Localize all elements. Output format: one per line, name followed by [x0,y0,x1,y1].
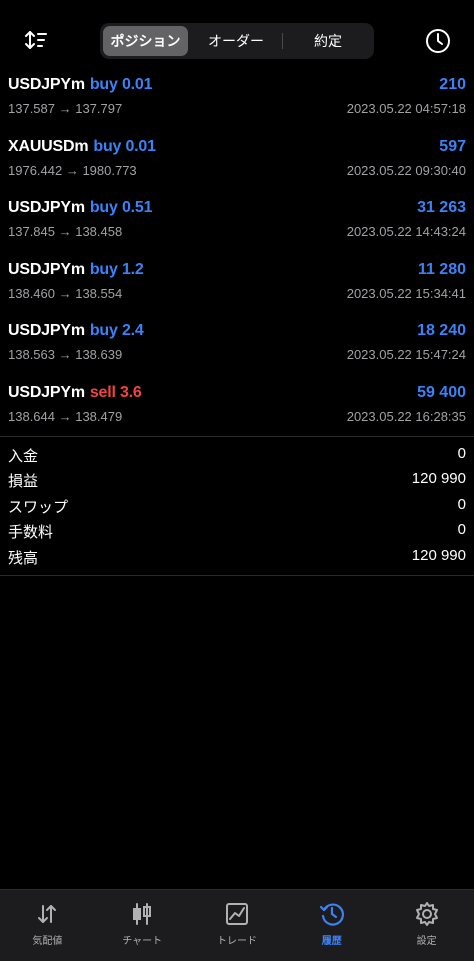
divider [0,436,474,437]
nav-chart[interactable]: チャート [95,890,190,961]
summary-label: 損益 [8,472,39,491]
deal-direction-volume: sell 3.6 [89,383,142,401]
top-bar: ポジション オーダー 約定 [0,0,474,80]
deal-row[interactable]: USDJPYm buy 0.51 31 263 137.845 → 138.458… [0,192,474,254]
nav-label: トレード [216,936,257,947]
history-icon [319,903,344,926]
summary-label: 残高 [8,548,39,567]
nav-quotes[interactable]: 気配値 [0,890,95,961]
deal-profit: 597 [439,137,466,155]
tab-deals[interactable]: 約定 [284,26,372,56]
summary-value: 120 990 [411,546,466,564]
gear-icon [415,902,438,926]
deal-row[interactable]: USDJPYm buy 2.4 18 240 138.563 → 138.639 … [0,315,474,377]
summary-row-balance: 残高 120 990 [0,545,474,570]
deal-prices: 138.460 → 138.554 [8,285,123,301]
summary-value: 0 [457,521,466,539]
deal-time: 2023.05.22 14:43:24 [346,224,466,239]
deal-symbol: USDJPYm buy 1.2 [8,260,144,278]
deal-prices: 1976.442 → 1980.773 [8,162,137,178]
sort-button[interactable] [22,28,50,52]
deal-symbol: USDJPYm buy 2.4 [8,322,144,339]
deal-row[interactable]: USDJPYm buy 1.2 11 280 138.460 → 138.554 … [0,254,474,316]
tab-orders[interactable]: オーダー [192,26,280,56]
deal-prices: 137.587 → 137.797 [8,101,123,116]
quotes-arrows-icon [38,905,57,923]
deal-direction-volume: buy 1.2 [89,260,144,278]
history-button[interactable] [424,27,452,55]
summary-label: 手数料 [8,523,54,542]
nav-settings[interactable]: 設定 [379,890,474,961]
deal-profit: 210 [439,76,466,93]
nav-label: チャート [122,936,163,947]
segment-divider [282,33,283,49]
deal-row[interactable]: USDJPYm buy 0.01 210 137.587 → 137.797 20… [0,69,474,131]
deal-direction-volume: buy 0.01 [93,137,156,155]
summary-value: 120 990 [411,470,466,488]
trade-chart-icon [225,903,248,925]
sort-arrows-icon [25,31,47,49]
deal-direction-volume: buy 2.4 [89,322,144,339]
deal-symbol: USDJPYm buy 0.51 [8,199,153,216]
deal-profit: 59 400 [417,383,466,401]
deal-row[interactable]: USDJPYm sell 3.6 59 400 138.644 → 138.479… [0,377,474,439]
segmented-control: ポジション オーダー 約定 [100,23,374,59]
deal-symbol: USDJPYm sell 3.6 [8,383,142,401]
deal-prices: 138.563 → 138.639 [8,347,123,362]
summary-label: 入金 [8,447,39,465]
deal-profit: 11 280 [417,260,466,278]
deal-profit: 18 240 [417,322,466,339]
deal-time: 2023.05.22 09:30:40 [346,162,466,178]
bottom-nav: 気配値 チャート トレード 履歴 設定 [0,889,474,961]
nav-label: 履歴 [321,936,342,947]
deal-symbol: XAUUSDm buy 0.01 [8,137,156,155]
summary-row-swap: スワップ 0 [0,494,474,519]
deal-direction-volume: buy 0.51 [89,199,153,216]
deal-profit: 31 263 [417,199,466,216]
summary-value: 0 [457,495,466,513]
deal-time: 2023.05.22 15:34:41 [346,285,466,301]
nav-label: 気配値 [32,936,63,947]
deal-time: 2023.05.22 15:47:24 [346,347,466,362]
deal-direction-volume: buy 0.01 [89,76,153,93]
candlestick-chart-icon [133,903,152,925]
summary-label: スワップ [8,497,69,516]
deal-list: USDJPYm buy 0.01 210 137.587 → 137.797 20… [0,69,474,438]
summary-row-profit: 損益 120 990 [0,468,474,493]
deal-row[interactable]: XAUUSDm buy 0.01 597 1976.442 → 1980.773 … [0,131,474,193]
deal-time: 2023.05.22 16:28:35 [346,408,466,424]
nav-trade[interactable]: トレード [190,890,285,961]
nav-history[interactable]: 履歴 [284,890,379,961]
tab-positions[interactable]: ポジション [103,26,188,56]
summary-row-commission: 手数料 0 [0,519,474,544]
account-summary: 入金 0 損益 120 990 スワップ 0 手数料 0 残高 120 990 [0,443,474,570]
divider [0,575,474,576]
deal-prices: 138.644 → 138.479 [8,408,123,424]
deal-symbol: USDJPYm buy 0.01 [8,76,153,93]
clock-icon [426,29,450,53]
deal-time: 2023.05.22 04:57:18 [346,101,466,116]
nav-label: 設定 [416,936,437,947]
deal-prices: 137.845 → 138.458 [8,224,123,239]
summary-value: 0 [457,445,466,462]
summary-row-deposit: 入金 0 [0,443,474,468]
